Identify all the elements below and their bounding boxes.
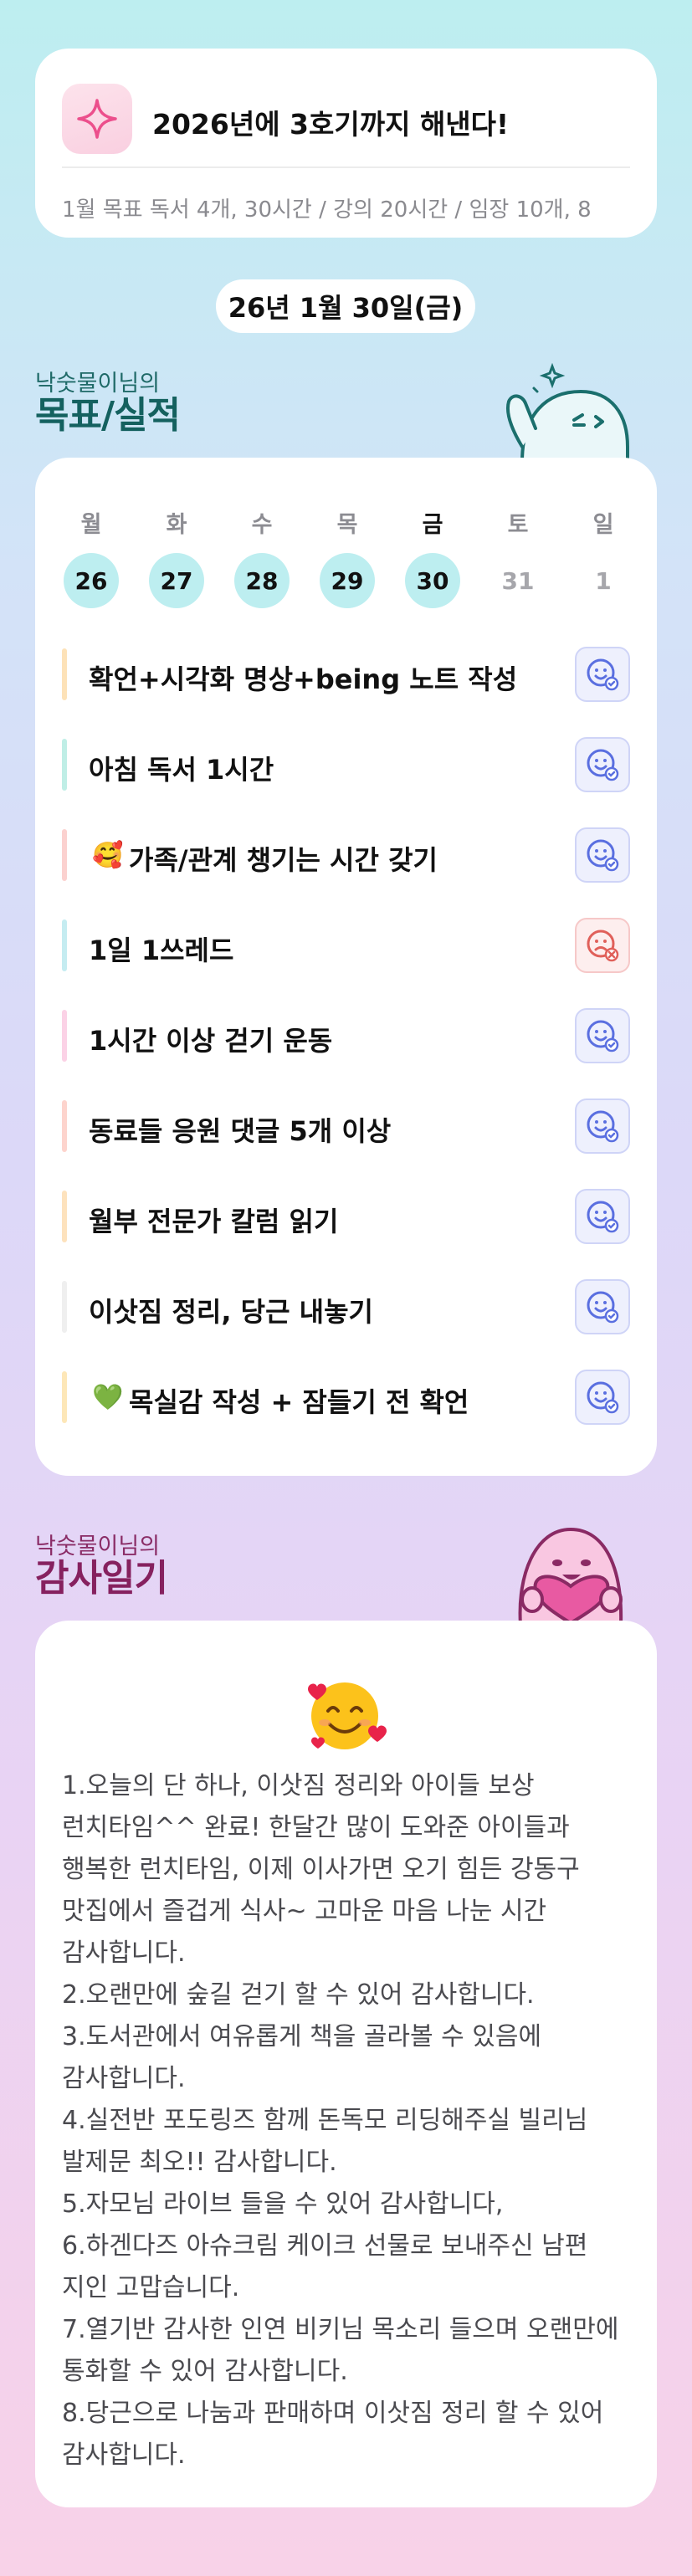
- task-color-bar: [62, 1100, 67, 1152]
- task-label: 확언+시각화 명상+being 노트 작성: [89, 663, 518, 695]
- smiling-face-with-hearts-icon: [308, 1682, 387, 1749]
- task-status-done-icon[interactable]: [575, 1008, 630, 1063]
- gratitude-journal-text: 1.오늘의 단 하나, 이삿짐 정리와 아이들 보상 런치타임^^ 완료! 한달…: [62, 1771, 619, 2470]
- task-label: 1시간 이상 걷기 운동: [89, 1025, 333, 1057]
- task-label: 아침 독서 1시간: [89, 754, 274, 786]
- task-color-bar: [62, 1191, 67, 1242]
- task-status-done-icon[interactable]: [575, 827, 630, 883]
- heart-hugging-mascot-icon: [518, 1527, 623, 1625]
- task-color-bar: [62, 829, 67, 881]
- day-wed[interactable]: 수 28: [233, 506, 291, 608]
- week-strip: 월 26 화 27 수 28 목 29 금 30 토 31 일 1: [62, 506, 633, 608]
- task-label: 월부 전문가 칼럼 읽기: [89, 1206, 339, 1237]
- task-status-done-icon[interactable]: [575, 647, 630, 702]
- day-name: 화: [166, 512, 187, 538]
- waving-ghost-mascot-icon: [506, 362, 629, 462]
- day-number: 26: [64, 553, 119, 608]
- day-name: 일: [592, 512, 614, 538]
- task-label: 동료들 응원 댓글 5개 이상: [89, 1115, 392, 1147]
- task-color-bar: [62, 739, 67, 791]
- task-status-done-icon[interactable]: [575, 737, 630, 792]
- task-status-done-icon[interactable]: [575, 1279, 630, 1334]
- yearly-goal-title: 2026년에 3호기까지 해낸다!: [152, 108, 510, 141]
- task-row[interactable]: 🥰 가족/관계 챙기는 시간 갖기: [62, 826, 630, 884]
- task-emoji-icon: 💚: [92, 1383, 124, 1412]
- day-tue[interactable]: 화 27: [147, 506, 206, 608]
- day-number: 30: [405, 553, 460, 608]
- task-label: 이삿짐 정리, 당근 내놓기: [89, 1296, 373, 1328]
- task-color-bar: [62, 1281, 67, 1333]
- day-name: 토: [507, 512, 529, 538]
- sparkle-icon: [62, 84, 132, 154]
- day-sun[interactable]: 일 1: [574, 506, 633, 608]
- task-color-bar: [62, 648, 67, 700]
- divider: [62, 166, 630, 168]
- task-status-done-icon[interactable]: [575, 1099, 630, 1154]
- task-row[interactable]: 월부 전문가 칼럼 읽기: [62, 1187, 630, 1246]
- task-status-done-icon[interactable]: [575, 1189, 630, 1244]
- task-row[interactable]: 💚 목실감 작성 + 잠들기 전 확언: [62, 1368, 630, 1426]
- task-color-bar: [62, 919, 67, 971]
- goals-card: 월 26 화 27 수 28 목 29 금 30 토 31 일 1 확언+시각화…: [35, 458, 657, 1476]
- goals-section-title: 목표/실적: [35, 394, 181, 437]
- task-row[interactable]: 이삿짐 정리, 당근 내놓기: [62, 1278, 630, 1336]
- monthly-goal-text: 1월 목표 독서 4개, 30시간 / 강의 20시간 / 임장 10개, 8: [62, 197, 592, 223]
- day-number: 27: [149, 553, 204, 608]
- day-thu[interactable]: 목 29: [318, 506, 377, 608]
- day-name: 목: [336, 512, 358, 538]
- gratitude-section-title: 감사일기: [35, 1557, 168, 1600]
- task-emoji-icon: 🥰: [92, 841, 124, 870]
- day-number: 29: [320, 553, 375, 608]
- day-number: 28: [234, 553, 290, 608]
- day-fri-selected[interactable]: 금 30: [403, 506, 462, 608]
- task-status-fail-icon[interactable]: [575, 918, 630, 973]
- day-mon[interactable]: 월 26: [62, 506, 120, 608]
- task-label: 목실감 작성 + 잠들기 전 확언: [129, 1386, 469, 1418]
- task-label: 1일 1쓰레드: [89, 935, 234, 966]
- task-row[interactable]: 1일 1쓰레드: [62, 916, 630, 975]
- task-row[interactable]: 아침 독서 1시간: [62, 735, 630, 794]
- day-number: 31: [501, 566, 535, 595]
- day-number: 1: [595, 566, 612, 595]
- task-row[interactable]: 1시간 이상 걷기 운동: [62, 1006, 630, 1065]
- yearly-goal-card[interactable]: 2026년에 3호기까지 해낸다! 1월 목표 독서 4개, 30시간 / 강의…: [35, 49, 657, 238]
- task-row[interactable]: 확언+시각화 명상+being 노트 작성: [62, 645, 630, 704]
- day-sat[interactable]: 토 31: [489, 506, 547, 608]
- task-row[interactable]: 동료들 응원 댓글 5개 이상: [62, 1097, 630, 1155]
- task-status-done-icon[interactable]: [575, 1370, 630, 1425]
- day-name: 월: [80, 512, 102, 538]
- date-selector[interactable]: 26년 1월 30일(금): [216, 279, 475, 333]
- task-label: 가족/관계 챙기는 시간 갖기: [129, 844, 438, 876]
- task-color-bar: [62, 1010, 67, 1062]
- day-name: 금: [422, 512, 443, 538]
- gratitude-card: 1.오늘의 단 하나, 이삿짐 정리와 아이들 보상 런치타임^^ 완료! 한달…: [35, 1621, 657, 2507]
- day-name: 수: [251, 512, 273, 538]
- task-color-bar: [62, 1371, 67, 1423]
